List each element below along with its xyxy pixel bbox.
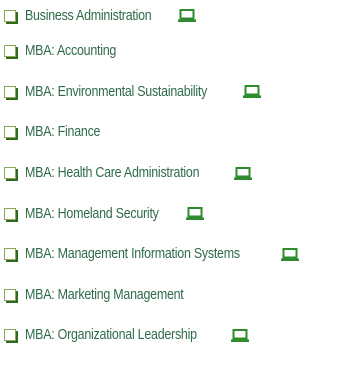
checkbox-icon	[4, 329, 16, 342]
program-link[interactable]: MBA: Environmental Sustainability	[25, 84, 207, 100]
laptop-icon	[178, 9, 197, 22]
list-item: MBA: Organizational Leadership	[0, 315, 351, 356]
program-label-wrap: MBA: Finance	[25, 124, 112, 140]
laptop-icon	[186, 207, 205, 221]
list-item: MBA: Environmental Sustainability	[0, 72, 351, 113]
list-item: MBA: Management Information Systems	[0, 234, 351, 275]
laptop-icon	[242, 85, 261, 99]
list-item: MBA: Accounting	[0, 31, 351, 72]
laptop-icon	[280, 247, 299, 261]
program-label-wrap: MBA: Management Information Systems	[25, 246, 299, 262]
program-link[interactable]: MBA: Management Information Systems	[25, 246, 240, 262]
laptop-icon	[233, 166, 252, 180]
program-link[interactable]: MBA: Accounting	[25, 43, 116, 59]
program-label-wrap: MBA: Health Care Administration	[25, 165, 252, 181]
checkbox-icon	[4, 9, 16, 22]
list-item: MBA: Finance	[0, 112, 351, 153]
checkbox-icon	[4, 85, 16, 98]
program-label-wrap: MBA: Marketing Management	[25, 287, 209, 303]
checkbox-icon	[4, 45, 16, 58]
program-link[interactable]: Business Administration	[25, 8, 152, 24]
laptop-icon	[230, 328, 249, 342]
program-link[interactable]: MBA: Organizational Leadership	[25, 327, 197, 343]
program-label-wrap: MBA: Homeland Security	[25, 206, 205, 222]
program-label-wrap: Business Administration	[25, 8, 197, 24]
list-item: Business Administration	[0, 0, 351, 31]
list-item: MBA: Marketing Management	[0, 275, 351, 316]
checkbox-icon	[4, 248, 16, 261]
list-item: MBA: Health Care Administration	[0, 153, 351, 194]
program-label-wrap: MBA: Environmental Sustainability	[25, 84, 261, 100]
checkbox-icon	[4, 207, 16, 220]
program-link[interactable]: MBA: Homeland Security	[25, 206, 159, 222]
program-label-wrap: MBA: Organizational Leadership	[25, 327, 249, 343]
checkbox-icon	[4, 167, 16, 180]
checkbox-icon	[4, 288, 16, 301]
list-item: MBA: Homeland Security	[0, 193, 351, 234]
program-link[interactable]: MBA: Finance	[25, 124, 100, 140]
checkbox-icon	[4, 126, 16, 139]
program-list: Business Administration MBA: Accounting …	[0, 0, 351, 356]
program-link[interactable]: MBA: Marketing Management	[25, 287, 184, 303]
program-link[interactable]: MBA: Health Care Administration	[25, 165, 200, 181]
program-label-wrap: MBA: Accounting	[25, 43, 131, 59]
